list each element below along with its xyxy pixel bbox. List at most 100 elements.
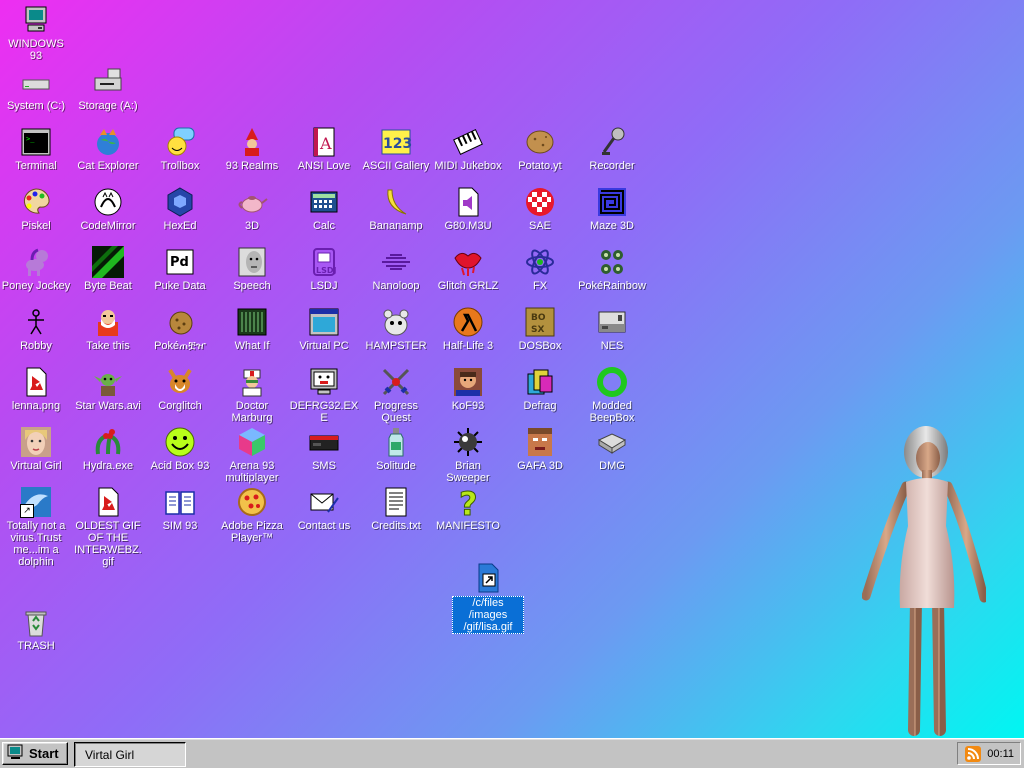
desktop-icon-robby[interactable]: Robby	[0, 306, 72, 352]
desktop-icon-midi-jukebox[interactable]: MIDI Jukebox	[432, 126, 504, 172]
icon-label: Contact us	[297, 520, 351, 532]
ansi-letter-icon: A	[308, 126, 340, 158]
virtual-girl-figure[interactable]	[862, 424, 986, 738]
mirror-cat-icon	[92, 186, 124, 218]
icon-label: 3D	[244, 220, 260, 232]
desktop-icon-contact-us[interactable]: Contact us	[288, 486, 360, 532]
desktop-icon-nes[interactable]: NES	[576, 306, 648, 352]
desktop-icon-3d[interactable]: 3D	[216, 186, 288, 232]
desktop-icon-93-realms[interactable]: 93 Realms	[216, 126, 288, 172]
desktop-icon-dmg[interactable]: DMG	[576, 426, 648, 472]
desktop-icon-lenna[interactable]: lenna.png	[0, 366, 72, 412]
taskbar-task-virtual-girl[interactable]: Virtal Girl	[74, 742, 186, 767]
desktop-icon-hexed[interactable]: HexEd	[144, 186, 216, 232]
desktop-icon-kof93[interactable]: KoF93	[432, 366, 504, 412]
desktop-icon-speech[interactable]: Speech	[216, 246, 288, 292]
desktop-icon-lsdj[interactable]: LSDJ LSDJ	[288, 246, 360, 292]
icon-label: FX	[532, 280, 548, 292]
desktop-icon-corglitch[interactable]: Corglitch	[144, 366, 216, 412]
desktop-icon-acid-box-93[interactable]: Acid Box 93	[144, 426, 216, 472]
desktop-icon-pokerainbow[interactable]: PokéRainbow	[576, 246, 648, 292]
desktop-icon-windows93[interactable]: WINDOWS 93	[0, 4, 72, 62]
desktop-icon-dosbox[interactable]: BO SX DOSBox	[504, 306, 576, 352]
lsdj-icon: LSDJ	[308, 246, 340, 278]
desktop-icon-sim-93[interactable]: SIM 93	[144, 486, 216, 532]
desktop-icon-calc[interactable]: Calc	[288, 186, 360, 232]
desktop-icon-poney-jockey[interactable]: Poney Jockey	[0, 246, 72, 292]
desktop-icon-gafa-3d[interactable]: GAFA 3D	[504, 426, 576, 472]
desktop-icon-piskel[interactable]: Piskel	[0, 186, 72, 232]
desktop-icon-adobe-pizza[interactable]: Adobe Pizza Player™	[216, 486, 288, 544]
maze-icon	[596, 186, 628, 218]
rss-icon[interactable]	[965, 745, 982, 762]
clock[interactable]: 00:11	[987, 748, 1014, 760]
desktop-icon-sms[interactable]: SMS	[288, 426, 360, 472]
desktop-icon-credits[interactable]: Credits.txt	[360, 486, 432, 532]
desktop-icon-storage-a[interactable]: Storage (A:)	[72, 66, 144, 112]
icon-label: DMG	[599, 460, 625, 472]
desktop-icon-oldest-gif[interactable]: OLDEST GIF OF THE INTERWEBZ.gif	[72, 486, 144, 568]
desktop-icon-cat-explorer[interactable]: Cat Explorer	[72, 126, 144, 172]
desktop-icon-hampster[interactable]: HAMPSTER	[360, 306, 432, 352]
desktop-icon-arena-93[interactable]: Arena 93 multiplayer	[216, 426, 288, 484]
crossed-swords-icon	[380, 366, 412, 398]
desktop-icon-doctor-marburg[interactable]: Doctor Marburg	[216, 366, 288, 424]
desktop-icon-pokemon[interactable]: Pokéጠቿዠ	[144, 306, 216, 352]
desktop-icon-system-c[interactable]: System (C:)	[0, 66, 72, 112]
svg-text:A: A	[319, 134, 332, 153]
desktop-icon-byte-beat[interactable]: Byte Beat	[72, 246, 144, 292]
checker-ball-icon	[524, 186, 556, 218]
desktop-icon-manifesto[interactable]: ? MANIFESTO	[432, 486, 504, 532]
icon-label: Cat Explorer	[77, 160, 139, 172]
nes-console-icon	[596, 306, 628, 338]
desktop-icon-take-this[interactable]: Take this	[72, 306, 144, 352]
desktop-icon-trash[interactable]: TRASH	[0, 606, 72, 652]
desktop-icon-sae[interactable]: SAE	[504, 186, 576, 232]
icon-label: Robby	[20, 340, 52, 352]
icon-label: NES	[600, 340, 624, 352]
desktop-icon-g80-m3u[interactable]: G80.M3U	[432, 186, 504, 232]
desktop-icon-hydra[interactable]: Hydra.exe	[72, 426, 144, 472]
desktop-icon-what-if[interactable]: What If	[216, 306, 288, 352]
icon-label: Defrag	[523, 400, 557, 412]
desktop-icon-fx[interactable]: FX	[504, 246, 576, 292]
svg-text:LSDJ: LSDJ	[316, 266, 337, 275]
desktop-icon-puke-data[interactable]: Pd Puke Data	[144, 246, 216, 292]
desktop-icon-dolphin[interactable]: ↗ Totally not a virus.Trust me...im a do…	[0, 486, 72, 568]
icon-label: Virtual PC	[299, 340, 349, 352]
svg-text:?: ?	[459, 486, 478, 518]
desktop-icon-virtual-girl[interactable]: Virtual Girl	[0, 426, 72, 472]
start-label: Start	[29, 746, 59, 761]
potato-icon	[524, 126, 556, 158]
desktop-icon-virtual-pc[interactable]: Virtual PC	[288, 306, 360, 352]
desktop-icon-modded-beepbox[interactable]: Modded BeepBox	[576, 366, 648, 424]
desktop-icon-ascii-gallery[interactable]: 123 ASCII Gallery	[360, 126, 432, 172]
desktop-icon-nanoloop[interactable]: Nanoloop	[360, 246, 432, 292]
desktop-icon-defrag[interactable]: Defrag	[504, 366, 576, 412]
icon-label: KoF93	[451, 400, 485, 412]
desktop-icon-maze-3d[interactable]: Maze 3D	[576, 186, 648, 232]
desktop-icon-recorder[interactable]: Recorder	[576, 126, 648, 172]
cube-icon	[236, 426, 268, 458]
desktop-icon-defrg32[interactable]: DEFRG32.EXE	[288, 366, 360, 424]
start-button[interactable]: Start	[2, 742, 68, 765]
desktop-icon-half-life-3[interactable]: Half-Life 3	[432, 306, 504, 352]
svg-text:123: 123	[383, 136, 412, 152]
desktop-icon-potato-yt[interactable]: Potato.yt	[504, 126, 576, 172]
desktop-icon-progress-quest[interactable]: Progress Quest	[360, 366, 432, 424]
desktop-icon-bananamp[interactable]: Bananamp	[360, 186, 432, 232]
desktop-icon-codemirror[interactable]: CodeMirror	[72, 186, 144, 232]
desktop[interactable]: WINDOWS 93 System (C:) Storage (A:) >_ T…	[0, 0, 1024, 738]
desktop-icon-star-wars[interactable]: Star Wars.avi	[72, 366, 144, 412]
desktop-icon-ansi-love[interactable]: A ANSI Love	[288, 126, 360, 172]
desktop-icon-terminal[interactable]: >_ Terminal	[0, 126, 72, 172]
sms-console-icon	[308, 426, 340, 458]
desktop-icon-solitude[interactable]: Solitude	[360, 426, 432, 472]
floppy-drive-icon	[92, 66, 124, 98]
icon-label: Corglitch	[158, 400, 202, 412]
desktop-icon-lisa-gif[interactable]: /c/files /images /gif/lisa.gif	[452, 562, 524, 634]
desktop-icon-trollbox[interactable]: Trollbox	[144, 126, 216, 172]
desktop-icon-glitch-grlz[interactable]: Glitch GRLZ	[432, 246, 504, 292]
desktop-icon-brian-sweeper[interactable]: Brian Sweeper	[432, 426, 504, 484]
icon-label: ANSI Love	[297, 160, 351, 172]
